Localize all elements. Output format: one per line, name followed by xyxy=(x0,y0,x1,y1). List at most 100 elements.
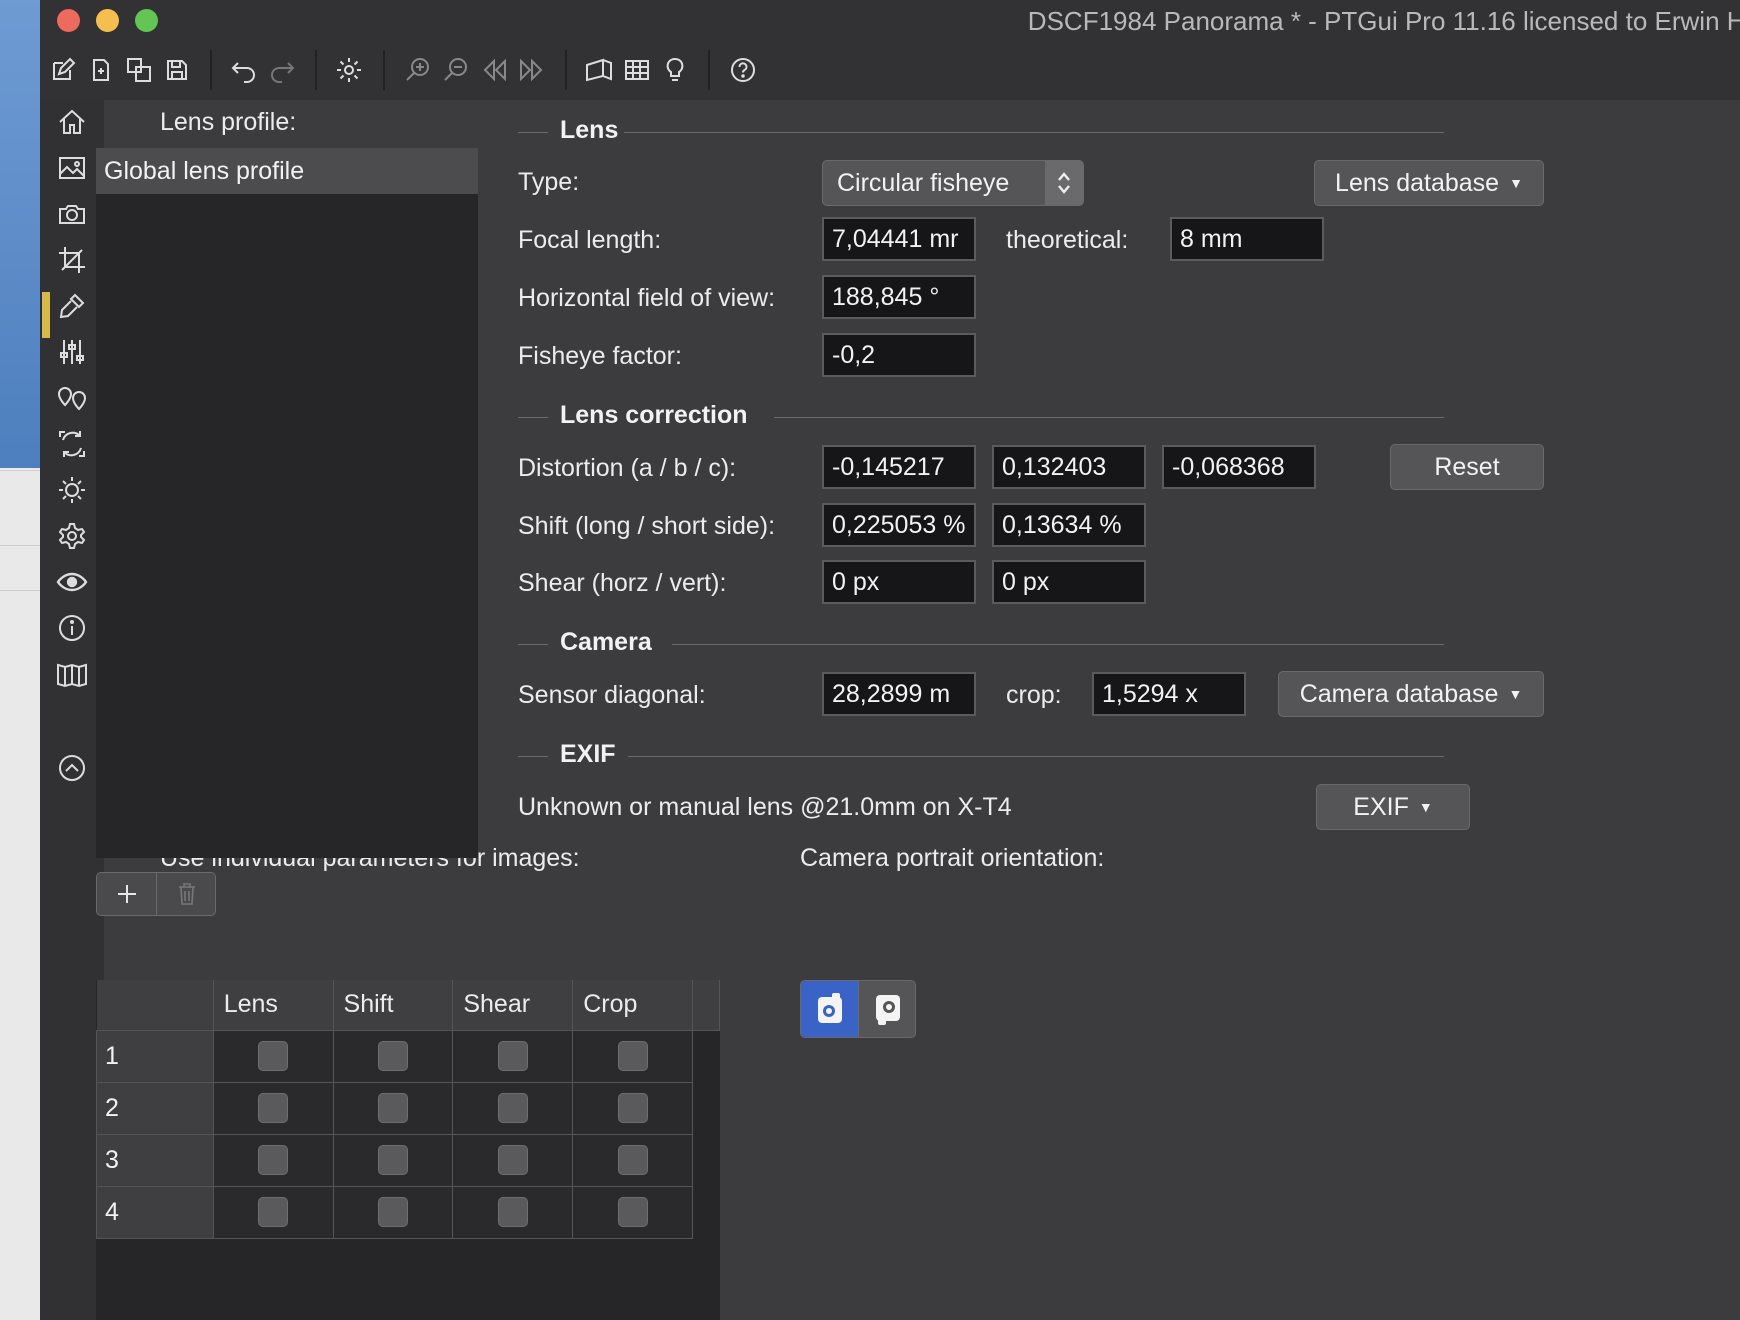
undo-icon[interactable] xyxy=(226,52,262,88)
shear-checkbox[interactable] xyxy=(497,1197,528,1227)
shear-checkbox[interactable] xyxy=(497,1093,528,1123)
theoretical-label: theoretical: xyxy=(1006,226,1129,254)
params-table: Lens Shift Shear Crop 1 2 3 4 xyxy=(96,980,720,1239)
settings-icon[interactable] xyxy=(331,52,367,88)
camera-section-header: Camera xyxy=(518,628,1468,660)
row-header: 4 xyxy=(96,1185,214,1239)
shift-checkbox[interactable] xyxy=(377,1145,408,1175)
exposure-icon[interactable] xyxy=(52,470,92,510)
fisheye-factor-field[interactable]: -0,2 xyxy=(822,333,976,377)
lens-checkbox[interactable] xyxy=(258,1093,289,1123)
sensor-diagonal-label: Sensor diagonal: xyxy=(518,681,706,709)
distortion-b-field[interactable]: 0,132403 xyxy=(992,445,1146,489)
zoom-window-button[interactable] xyxy=(135,9,158,32)
column-header-shear[interactable]: Shear xyxy=(452,980,574,1031)
portrait-orientation-toggle xyxy=(800,980,916,1038)
table-icon[interactable] xyxy=(619,52,655,88)
lens-checkbox[interactable] xyxy=(258,1197,289,1227)
theoretical-field[interactable]: 8 mm xyxy=(1170,217,1324,261)
column-header-crop[interactable]: Crop xyxy=(572,980,694,1031)
individual-params-table: Lens Shift Shear Crop 1 2 3 4 xyxy=(96,980,720,1320)
camera-database-button[interactable]: Camera database ▼ xyxy=(1278,671,1544,717)
sliders-icon[interactable] xyxy=(52,332,92,372)
lightbulb-icon[interactable] xyxy=(657,52,693,88)
images-icon[interactable] xyxy=(52,148,92,188)
dropdown-caret-icon: ▼ xyxy=(1508,686,1523,702)
row-header: 2 xyxy=(96,1081,214,1135)
panorama-editor-icon[interactable] xyxy=(581,52,617,88)
minimize-window-button[interactable] xyxy=(96,9,119,32)
new-project-icon[interactable] xyxy=(45,52,81,88)
row-header: 3 xyxy=(96,1133,214,1187)
control-points-icon[interactable] xyxy=(52,378,92,418)
close-window-button[interactable] xyxy=(57,9,80,32)
portrait-orientation-label: Camera portrait orientation: xyxy=(800,844,1105,872)
lens-profile-list[interactable]: Global lens profile xyxy=(96,148,478,858)
picker-icon[interactable] xyxy=(52,286,92,326)
focal-length-label: Focal length: xyxy=(518,226,662,254)
exif-section-header: EXIF xyxy=(518,740,1468,772)
lens-type-select[interactable]: Circular fisheye xyxy=(822,160,1084,206)
shift-checkbox[interactable] xyxy=(377,1093,408,1123)
rotate-icon[interactable] xyxy=(52,424,92,464)
preview-icon[interactable] xyxy=(52,562,92,602)
crop-icon[interactable] xyxy=(52,240,92,280)
lens-type-value: Circular fisheye xyxy=(837,169,1010,197)
shear-horizontal-field[interactable]: 0 px xyxy=(822,560,976,604)
map-icon[interactable] xyxy=(52,654,92,694)
reset-button[interactable]: Reset xyxy=(1390,444,1544,490)
portrait-counterclockwise-button[interactable] xyxy=(859,981,915,1037)
collapse-icon[interactable] xyxy=(52,748,92,788)
portrait-clockwise-button[interactable] xyxy=(801,981,858,1037)
crop-checkbox[interactable] xyxy=(617,1093,648,1123)
exif-info-text: Unknown or manual lens @21.0mm on X-T4 xyxy=(518,793,1012,821)
zoom-out-icon xyxy=(438,52,474,88)
lens-checkbox[interactable] xyxy=(258,1145,289,1175)
lens-section-header: Lens xyxy=(518,116,1468,148)
table-row: 3 xyxy=(96,1133,720,1187)
sensor-diagonal-field[interactable]: 28,2899 m xyxy=(822,672,976,716)
shift-long-field[interactable]: 0,225053 % xyxy=(822,503,976,547)
focal-length-field[interactable]: 7,04441 mr xyxy=(822,217,976,261)
column-header-lens[interactable]: Lens xyxy=(213,980,334,1031)
shear-vertical-field[interactable]: 0 px xyxy=(992,560,1146,604)
redo-icon xyxy=(264,52,300,88)
hfov-field[interactable]: 188,845 ° xyxy=(822,275,976,319)
crop-field[interactable]: 1,5294 x xyxy=(1092,672,1246,716)
settings-icon[interactable] xyxy=(52,516,92,556)
exif-button[interactable]: EXIF ▼ xyxy=(1316,784,1470,830)
add-profile-button[interactable] xyxy=(97,873,156,915)
lens-checkbox[interactable] xyxy=(258,1041,289,1071)
save-icon[interactable] xyxy=(159,52,195,88)
shear-checkbox[interactable] xyxy=(497,1041,528,1071)
table-row: 1 xyxy=(96,1029,720,1083)
camera-rotated-icon xyxy=(875,995,900,1025)
distortion-a-field[interactable]: -0,145217 xyxy=(822,445,976,489)
open-icon[interactable] xyxy=(83,52,119,88)
camera-icon[interactable] xyxy=(52,194,92,234)
shear-checkbox[interactable] xyxy=(497,1145,528,1175)
info-icon[interactable] xyxy=(52,608,92,648)
home-icon[interactable] xyxy=(52,102,92,142)
dropdown-caret-icon: ▼ xyxy=(1509,175,1523,191)
exif-section-title: EXIF xyxy=(560,740,616,768)
column-header-shift[interactable]: Shift xyxy=(333,980,454,1031)
help-icon[interactable] xyxy=(725,52,761,88)
shift-checkbox[interactable] xyxy=(377,1041,408,1071)
lens-database-button[interactable]: Lens database ▼ xyxy=(1314,160,1544,206)
lens-database-label: Lens database xyxy=(1335,168,1500,197)
distortion-c-field[interactable]: -0,068368 xyxy=(1162,445,1316,489)
list-item[interactable]: Global lens profile xyxy=(96,148,478,194)
row-header: 1 xyxy=(96,1029,214,1083)
shift-checkbox[interactable] xyxy=(377,1197,408,1227)
crop-checkbox[interactable] xyxy=(617,1041,648,1071)
shift-label: Shift (long / short side): xyxy=(518,512,776,540)
lens-profile-label: Lens profile: xyxy=(160,108,297,136)
crop-checkbox[interactable] xyxy=(617,1145,648,1175)
duplicate-icon[interactable] xyxy=(121,52,157,88)
camera-rotated-icon xyxy=(817,993,842,1023)
fisheye-factor-label: Fisheye factor: xyxy=(518,342,682,370)
shift-short-field[interactable]: 0,13634 % xyxy=(992,503,1146,547)
sidebar xyxy=(40,100,104,1320)
crop-checkbox[interactable] xyxy=(617,1197,648,1227)
